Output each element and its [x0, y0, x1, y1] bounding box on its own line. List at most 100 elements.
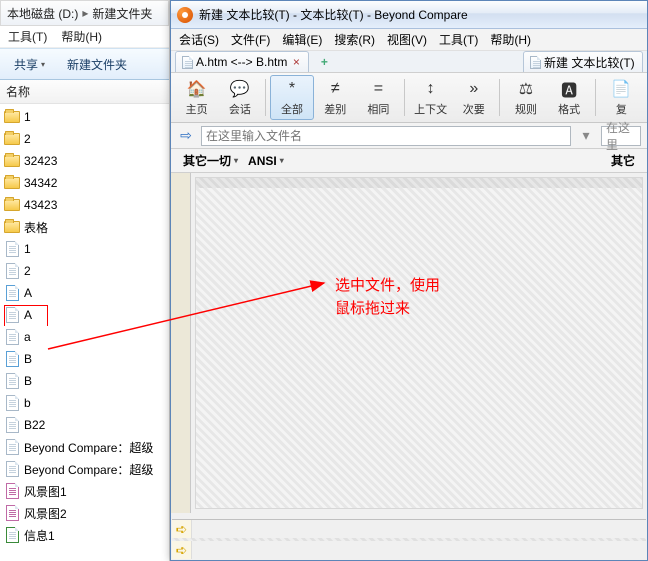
- home-icon: 🏠: [187, 79, 207, 99]
- file-name: 1: [24, 110, 31, 124]
- rules-button[interactable]: ⚖规则: [504, 75, 547, 120]
- menu-item[interactable]: 编辑(E): [282, 31, 322, 48]
- html-icon: [4, 351, 20, 367]
- toolbar-separator: [499, 79, 500, 116]
- format-button[interactable]: 🅰格式: [548, 75, 591, 120]
- tab-compare[interactable]: A.htm <--> B.htm ×: [175, 51, 309, 72]
- menu-item[interactable]: 视图(V): [387, 31, 427, 48]
- xls-icon: [4, 527, 20, 543]
- html-icon: [4, 285, 20, 301]
- file-name: Beyond Compare：超级: [24, 461, 153, 478]
- filter-other[interactable]: 其它一切 ▾: [183, 152, 238, 169]
- expand-arrow-icon[interactable]: ➪: [172, 541, 192, 559]
- file-name: 1: [24, 242, 31, 256]
- breadcrumb-folder[interactable]: 新建文件夹: [92, 5, 152, 22]
- file-item[interactable]: A: [0, 282, 169, 304]
- file-name: a: [24, 330, 31, 344]
- app-icon: [177, 7, 193, 23]
- home-button[interactable]: 🏠主页: [175, 75, 218, 120]
- new-tab-button[interactable]: +: [315, 55, 333, 69]
- copy-button[interactable]: 📄复: [600, 75, 643, 120]
- file-path-input-right[interactable]: 在这里: [601, 126, 641, 146]
- menu-help[interactable]: 帮助(H): [61, 28, 102, 45]
- folder-icon: [4, 197, 20, 213]
- file-item[interactable]: 1: [0, 238, 169, 260]
- menu-item[interactable]: 会话(S): [179, 31, 219, 48]
- session-icon: 💬: [230, 79, 250, 99]
- file-path-input[interactable]: [201, 126, 571, 146]
- file-name: B: [24, 374, 32, 388]
- file-item[interactable]: a: [0, 326, 169, 348]
- compare-area: [171, 173, 647, 513]
- file-item[interactable]: 信息1: [0, 524, 169, 546]
- file-name: 2: [24, 132, 31, 146]
- open-file-icon[interactable]: ⇨: [177, 127, 195, 145]
- phg-icon: [4, 505, 20, 521]
- explorer-command-bar: 共享 ▾ 新建文件夹: [0, 48, 169, 80]
- file-item[interactable]: 表格: [0, 216, 169, 238]
- file-item[interactable]: B: [0, 348, 169, 370]
- chevron-down-icon: ▾: [234, 156, 238, 165]
- diff-button[interactable]: ≠差别: [314, 75, 357, 120]
- chevron-right-icon: ▸: [82, 6, 88, 20]
- text-file-icon: [4, 373, 20, 389]
- bottom-panes: ➪ ➪: [172, 519, 646, 559]
- expand-arrow-icon[interactable]: ➪: [172, 520, 192, 538]
- folder-icon: [4, 153, 20, 169]
- title-bar[interactable]: 新建 文本比较(T) - 文本比较(T) - Beyond Compare: [171, 1, 647, 29]
- breadcrumb-drive[interactable]: 本地磁盘 (D:): [7, 5, 78, 22]
- file-name: A: [24, 286, 32, 300]
- column-header-name[interactable]: 名称: [0, 80, 169, 104]
- folder-icon: [4, 175, 20, 191]
- document-icon: [182, 56, 193, 69]
- file-item[interactable]: B: [0, 370, 169, 392]
- rules-icon: ⚖: [516, 79, 536, 99]
- tab-new-compare[interactable]: 新建 文本比较(T): [523, 51, 643, 72]
- file-name: 信息1: [24, 527, 55, 544]
- annotation-text: 选中文件，使用 鼠标拖过来: [335, 275, 440, 320]
- file-item[interactable]: 1: [0, 106, 169, 128]
- menu-item[interactable]: 文件(F): [231, 31, 270, 48]
- file-name: 表格: [24, 219, 48, 236]
- same-button[interactable]: =相同: [357, 75, 400, 120]
- file-item[interactable]: Beyond Compare：超级: [0, 436, 169, 458]
- file-item[interactable]: 2: [0, 260, 169, 282]
- breadcrumb[interactable]: 本地磁盘 (D:) ▸ 新建文件夹: [0, 0, 169, 26]
- explorer-window: 本地磁盘 (D:) ▸ 新建文件夹 工具(T) 帮助(H) 共享 ▾ 新建文件夹…: [0, 0, 170, 561]
- text-file-icon: [4, 329, 20, 345]
- file-item[interactable]: 风景图1: [0, 480, 169, 502]
- file-item[interactable]: 43423: [0, 194, 169, 216]
- new-folder-button[interactable]: 新建文件夹: [67, 56, 127, 73]
- encoding-dropdown[interactable]: ANSI ▾: [248, 154, 284, 168]
- menu-item[interactable]: 工具(T): [439, 31, 478, 48]
- chevron-down-icon: ▾: [41, 60, 45, 69]
- file-item[interactable]: 2: [0, 128, 169, 150]
- text-file-icon: [4, 417, 20, 433]
- minor-button[interactable]: »次要: [452, 75, 495, 120]
- file-item[interactable]: b: [0, 392, 169, 414]
- drop-target[interactable]: [195, 177, 643, 509]
- gutter: [171, 173, 191, 513]
- browse-icon[interactable]: ▾: [577, 127, 595, 145]
- minor-icon: »: [464, 79, 484, 99]
- menu-item[interactable]: 搜索(R): [334, 31, 375, 48]
- diff-icon: ≠: [325, 79, 345, 99]
- file-item[interactable]: 34342: [0, 172, 169, 194]
- file-item[interactable]: A: [0, 304, 169, 326]
- window-title: 新建 文本比较(T) - 文本比较(T) - Beyond Compare: [199, 6, 468, 23]
- file-name: 风景图1: [24, 483, 67, 500]
- file-item[interactable]: Beyond Compare：超级: [0, 458, 169, 480]
- menu-item[interactable]: 帮助(H): [490, 31, 531, 48]
- file-item[interactable]: 32423: [0, 150, 169, 172]
- context-button[interactable]: ↕上下文: [409, 75, 452, 120]
- session-button[interactable]: 💬会话: [218, 75, 261, 120]
- filter-other-right[interactable]: 其它: [611, 152, 635, 169]
- close-icon[interactable]: ×: [290, 55, 302, 69]
- file-item[interactable]: B22: [0, 414, 169, 436]
- text-file-icon: [4, 395, 20, 411]
- text-file-icon: [4, 439, 20, 455]
- all-button[interactable]: *全部: [270, 75, 313, 120]
- file-item[interactable]: 风景图2: [0, 502, 169, 524]
- share-button[interactable]: 共享 ▾: [14, 56, 45, 73]
- menu-tools[interactable]: 工具(T): [8, 28, 47, 45]
